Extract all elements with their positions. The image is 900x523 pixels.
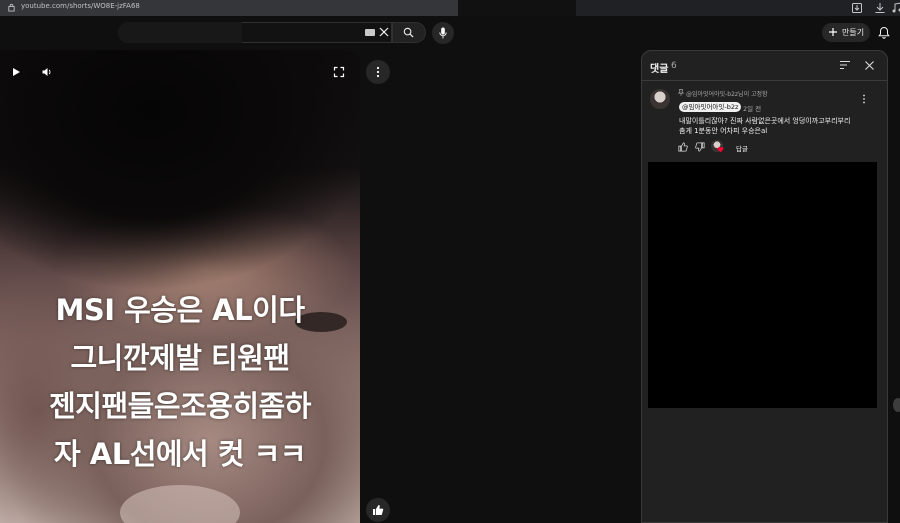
caption-line: MSI 우승은 AL이다 bbox=[55, 293, 305, 327]
comment-text: 춤게 1분동안 어차피 우승은al bbox=[679, 127, 768, 135]
reply-button[interactable]: 답글 bbox=[736, 143, 748, 153]
video-caption: MSI 우승은 AL이다 그니깐제발 티원팬 젠지팬들은조용히좀하 자 AL선에… bbox=[0, 286, 360, 478]
url-text[interactable]: youtube.com/shorts/WO8E-jzFA68 bbox=[21, 2, 140, 10]
more-vert-icon bbox=[376, 66, 380, 78]
thumbs-up-icon bbox=[373, 505, 384, 515]
bell-icon[interactable] bbox=[878, 26, 890, 39]
comment-timestamp[interactable]: 2일 전 bbox=[743, 103, 761, 113]
video-frame-nose bbox=[120, 485, 240, 523]
clear-icon[interactable] bbox=[378, 26, 390, 38]
search-input-text-area[interactable] bbox=[118, 22, 242, 43]
search-icon[interactable] bbox=[403, 27, 414, 38]
plus-icon bbox=[829, 28, 837, 36]
close-icon[interactable] bbox=[864, 60, 875, 71]
caption-line: 그니깐제발 티원팬 bbox=[70, 341, 290, 375]
more-actions-button[interactable] bbox=[366, 60, 390, 84]
download-icon[interactable] bbox=[874, 2, 886, 14]
volume-icon[interactable] bbox=[41, 66, 53, 78]
caption-line: 젠지팬들은조용히좀하 bbox=[49, 389, 311, 423]
comment-like-icon[interactable] bbox=[678, 142, 688, 152]
avatar[interactable] bbox=[650, 89, 670, 109]
shorts-video-player[interactable]: MSI 우승은 AL이다 그니깐제발 티원팬 젠지팬들은조용히좀하 자 AL선에… bbox=[0, 50, 360, 523]
keyboard-icon[interactable] bbox=[365, 29, 375, 36]
comments-media-placeholder bbox=[648, 162, 877, 408]
panel-divider bbox=[642, 80, 887, 81]
comment-more-icon[interactable] bbox=[862, 94, 866, 104]
mic-icon bbox=[439, 27, 447, 39]
scroll-handle[interactable] bbox=[893, 398, 900, 412]
comment-dislike-icon[interactable] bbox=[695, 142, 705, 152]
caption-line: 자 AL선에서 컷 ㅋㅋ bbox=[54, 437, 306, 471]
media-icon[interactable] bbox=[891, 2, 900, 14]
voice-search-button[interactable] bbox=[432, 22, 454, 44]
comment-text: 내말이틀리잖아? 진짜 사람없은곳에서 엉덩이까고부리부리 bbox=[679, 117, 851, 125]
sort-icon[interactable] bbox=[839, 60, 851, 70]
comments-title: 댓글 bbox=[650, 64, 669, 75]
video-frame-hair bbox=[0, 50, 360, 290]
pinned-label: @임아잇어아잇-b2z님이 고정함 bbox=[686, 91, 768, 98]
lock-icon[interactable] bbox=[7, 3, 16, 12]
comments-count: 6 bbox=[671, 61, 677, 71]
install-icon[interactable] bbox=[851, 2, 863, 14]
play-icon[interactable] bbox=[10, 66, 22, 78]
address-bar-suggestion-area bbox=[458, 0, 576, 16]
like-button[interactable] bbox=[366, 498, 390, 522]
comment-author-handle[interactable]: @임아잇어아잇-b2z bbox=[679, 102, 742, 112]
pin-icon bbox=[678, 89, 684, 96]
heart-icon bbox=[717, 147, 724, 153]
fullscreen-icon[interactable] bbox=[333, 66, 345, 78]
create-button-label[interactable]: 만들기 bbox=[842, 27, 864, 38]
